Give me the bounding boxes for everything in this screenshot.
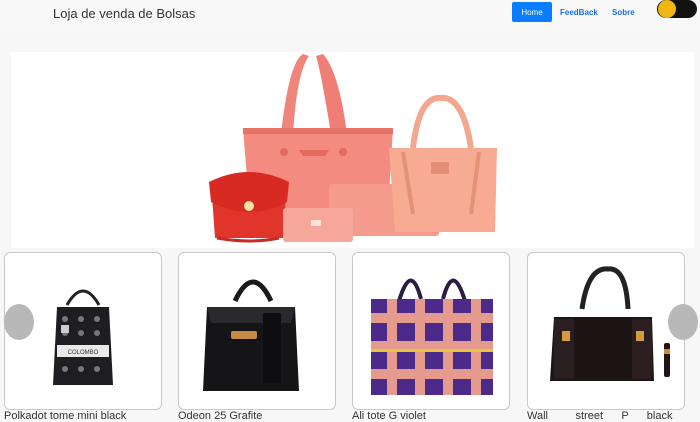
product-name[interactable]: Ali tote G violet — [352, 410, 510, 422]
nav-about-link[interactable]: Sobre — [612, 8, 635, 17]
nav-home-button[interactable]: Home — [512, 2, 552, 22]
brand-title[interactable]: Loja de venda de Bolsas — [53, 6, 195, 21]
carousel-prev-button[interactable] — [4, 304, 34, 340]
product-name[interactable]: Polkadot tome mini black — [4, 410, 162, 422]
product-name[interactable]: Wall street P black — [527, 410, 692, 422]
hero-bags-image — [209, 54, 497, 243]
top-navbar: Loja de venda de Bolsas Home FeedBack So… — [0, 0, 700, 30]
product-card[interactable] — [527, 252, 685, 410]
carousel-next-button[interactable] — [668, 304, 698, 340]
product-card[interactable] — [352, 252, 510, 410]
toggle-knob — [658, 0, 676, 18]
product-card[interactable] — [178, 252, 336, 410]
bag-brand-label: COLOMBO — [68, 350, 99, 356]
theme-toggle[interactable] — [657, 0, 697, 18]
product-image — [203, 279, 299, 391]
product-name[interactable]: Odeon 25 Grafite — [178, 410, 336, 422]
hero-banner — [11, 52, 694, 248]
product-image — [371, 278, 493, 395]
nav-feedback-link[interactable]: FeedBack — [560, 8, 598, 17]
product-image — [550, 266, 670, 381]
